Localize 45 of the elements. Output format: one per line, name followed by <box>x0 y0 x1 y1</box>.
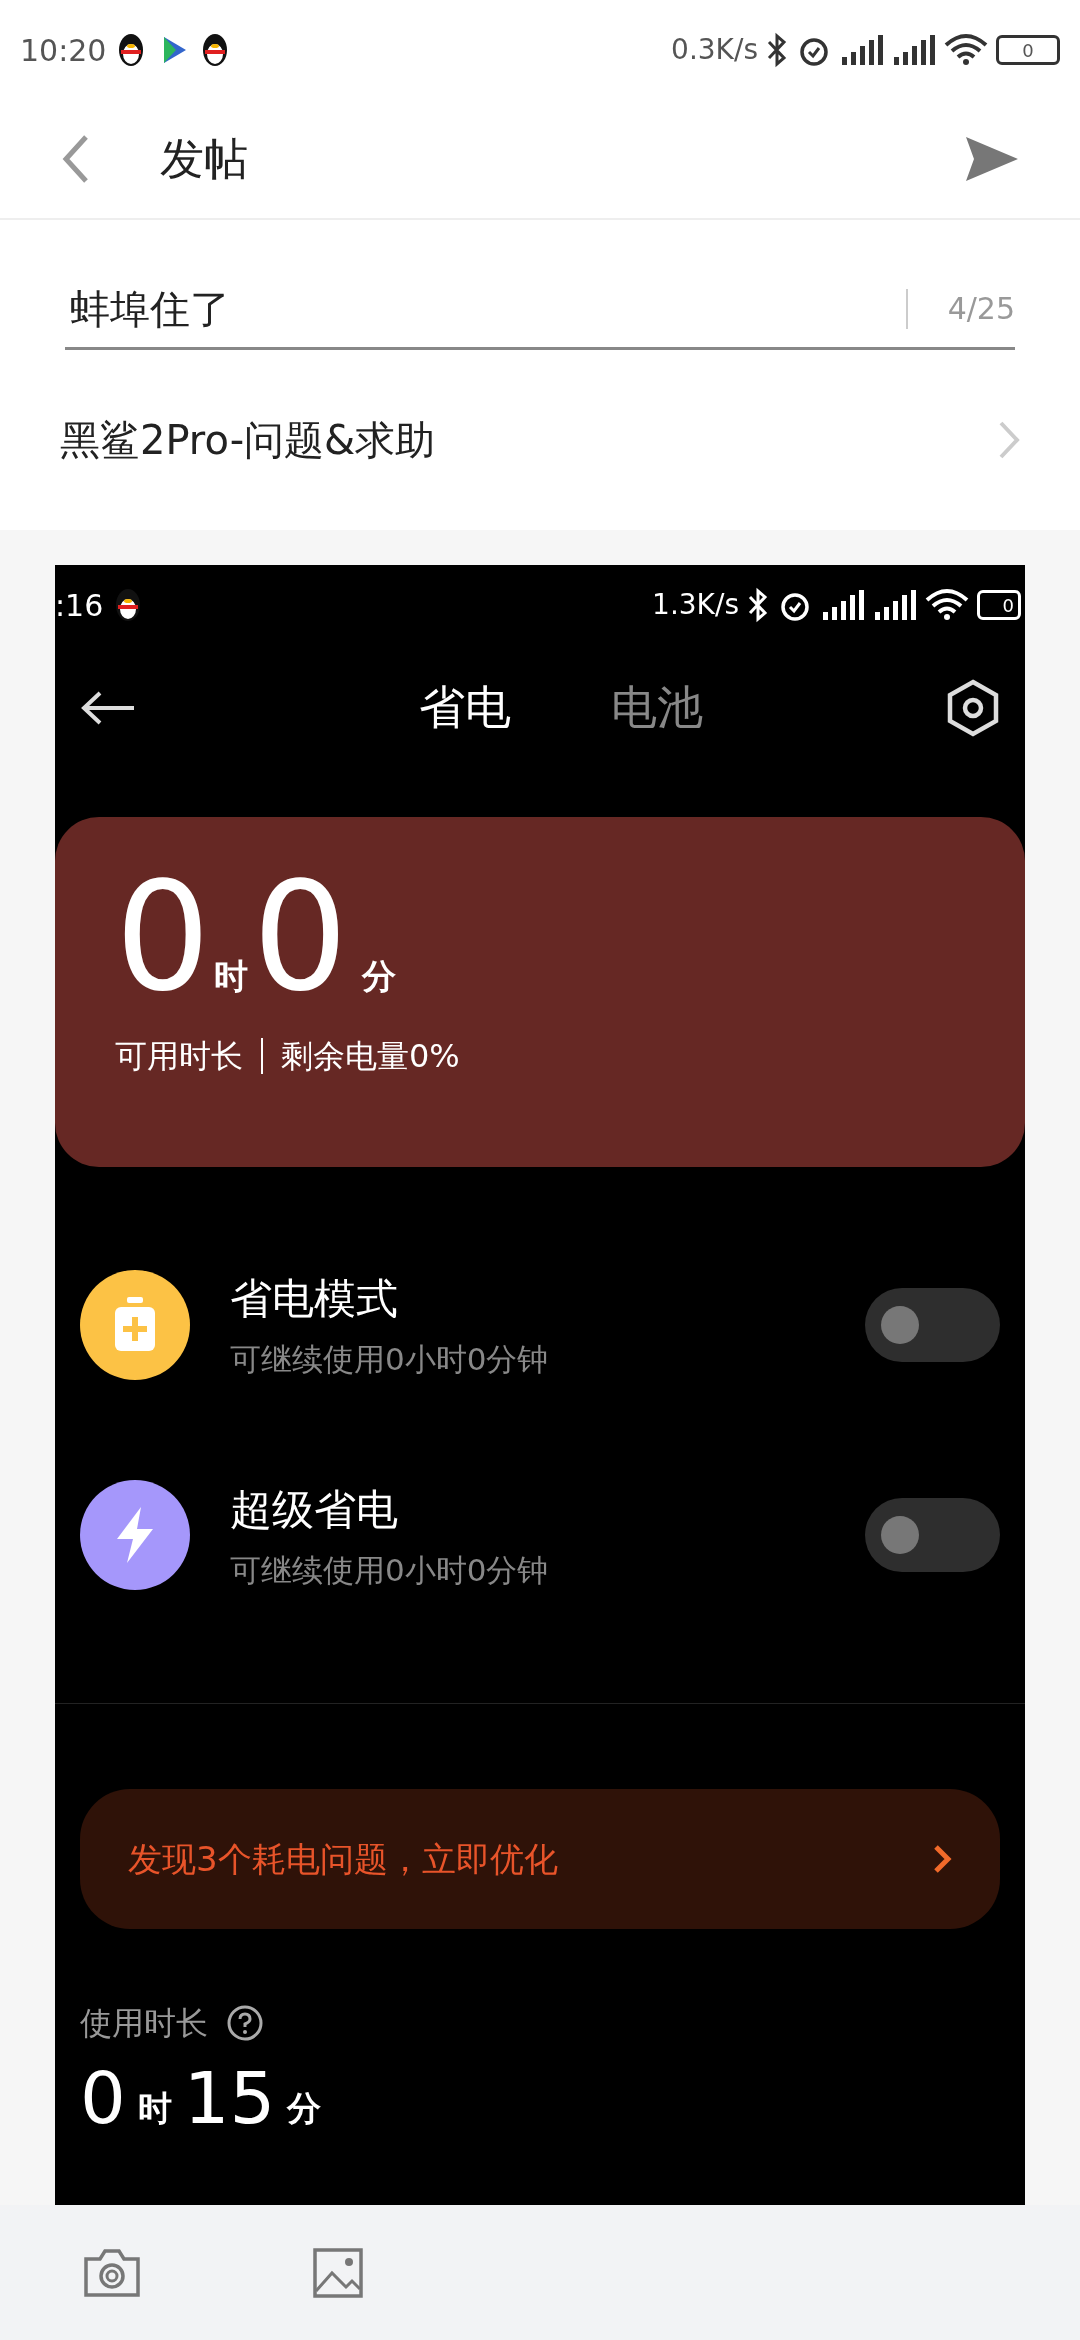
image-icon[interactable] <box>312 2246 364 2299</box>
signal-icon <box>873 588 917 622</box>
battery-indicator: 0 <box>996 35 1060 65</box>
mode-subtitle: 可继续使用0小时0分钟 <box>230 1550 550 1590</box>
send-icon[interactable] <box>964 135 1020 183</box>
bluetooth-icon <box>766 32 788 68</box>
usage-minutes: 15 <box>183 2062 276 2134</box>
usage-label: 使用时长 <box>80 2003 208 2044</box>
network-speed: 0.3K/s <box>671 32 758 68</box>
back-icon[interactable] <box>60 133 90 185</box>
hours-unit: 时 <box>214 955 249 998</box>
battery-indicator: 0 <box>977 590 1021 620</box>
category-row[interactable]: 黑鲨2Pro-问题&求助 <box>0 350 1080 530</box>
mode-subtitle: 可继续使用0小时0分钟 <box>230 1340 550 1379</box>
usage-hours: 0 <box>80 2062 126 2134</box>
character-counter: 4/25 <box>947 290 1015 328</box>
title-field[interactable]: 蚌埠住了 4/25 <box>65 270 1015 350</box>
minutes-unit: 分 <box>361 955 396 998</box>
help-icon[interactable] <box>226 2004 264 2042</box>
usage-hours-unit: 时 <box>137 2087 172 2130</box>
bluetooth-icon <box>747 587 769 623</box>
settings-icon[interactable] <box>946 678 1000 737</box>
page-title: 发帖 <box>160 132 249 186</box>
back-arrow-icon[interactable] <box>80 689 136 726</box>
optimize-banner[interactable]: 发现3个耗电问题，立即优化 <box>80 1789 1000 1929</box>
network-speed: 1.3K/s <box>652 587 739 623</box>
tab[interactable]: 电池 <box>611 673 703 742</box>
signal-icon <box>892 33 936 67</box>
usage-minutes-unit: 分 <box>287 2087 322 2130</box>
status-time: :16 <box>55 586 104 625</box>
status-time: 10:20 <box>20 31 107 70</box>
minutes-value: 0 <box>252 872 348 1002</box>
mode-title: 省电模式 <box>230 1273 399 1325</box>
wifi-icon <box>944 33 988 67</box>
tab[interactable]: 省电 <box>419 673 511 742</box>
mode-title: 超级省电 <box>230 1483 399 1536</box>
chevron-icon <box>932 1843 952 1875</box>
remaining-battery: 剩余电量0% <box>281 1036 460 1077</box>
chevron-icon <box>998 420 1020 460</box>
camera-icon[interactable] <box>82 2246 142 2299</box>
signal-icon <box>821 588 865 622</box>
wifi-icon <box>925 588 969 622</box>
caption: 可用时长 <box>115 1036 243 1077</box>
hours-value: 0 <box>115 872 211 1002</box>
signal-icon <box>840 33 884 67</box>
